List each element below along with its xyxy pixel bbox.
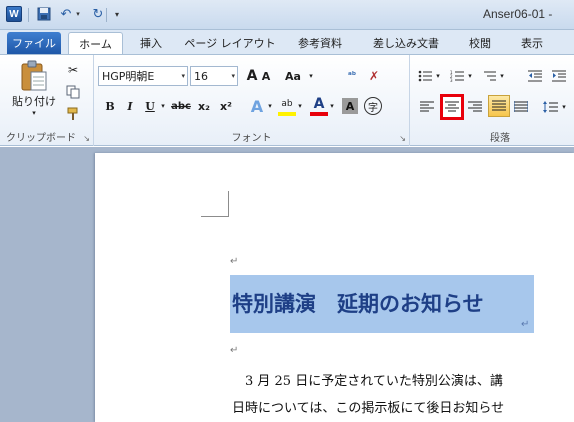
line-spacing-dropdown-icon[interactable]: ▾ [560,97,568,117]
text-effects-button[interactable]: A [248,96,266,116]
bullets-dropdown-icon[interactable]: ▾ [434,66,442,86]
title-bar: W ↶ ▾ ↻ ▾ Anser06-01 - [0,0,574,30]
qat-separator [28,8,29,22]
paste-dropdown-icon[interactable]: ▾ [28,108,40,118]
font-size-dropdown-icon[interactable]: ▾ [231,72,235,80]
multilevel-dropdown-icon[interactable]: ▾ [498,66,506,86]
ribbon: 貼り付け ▾ ✂ クリップボード ↘ HGP明朝E ▾ 16 ▾ A A Aa … [0,54,574,146]
document-title: Anser06-01 - [483,7,553,21]
clipboard-launcher-icon[interactable]: ↘ [83,134,90,143]
change-case-dropdown-icon[interactable]: ▾ [306,66,316,86]
paragraph-mark: ↵ [230,345,239,356]
format-painter-icon[interactable] [64,105,82,123]
character-shading-button[interactable]: A [342,98,358,114]
paragraph-group-label: 段落 [490,133,510,144]
font-name-dropdown-icon[interactable]: ▾ [181,72,185,80]
line-spacing-icon[interactable] [540,97,560,117]
shrink-font-button[interactable]: A [259,66,273,86]
paragraph-group: ▾ 123 ▾ ▾ ▾ 段落 [410,55,574,146]
tab-file[interactable]: ファイル [7,32,61,54]
font-color-dropdown-icon[interactable]: ▾ [328,96,336,116]
font-color-button[interactable]: A [310,96,328,116]
bold-button[interactable]: B [102,96,118,116]
crop-mark [228,191,229,217]
undo-dropdown-icon[interactable]: ▾ [74,6,82,22]
increase-indent-icon[interactable] [550,66,568,86]
crop-mark [201,216,229,217]
phonetic-guide-icon[interactable]: ᵃᵇ [342,66,362,86]
copy-icon[interactable] [64,83,82,101]
subscript-button[interactable]: x₂ [194,96,214,116]
justify-button[interactable] [488,95,510,117]
font-group: HGP明朝E ▾ 16 ▾ A A Aa ▾ ᵃᵇ ✗ B I U ▾ abc … [94,55,410,146]
distributed-align-icon[interactable] [512,97,530,117]
clear-formatting-icon[interactable]: ✗ [364,66,384,86]
headline-text[interactable]: 特別講演 延期のお知らせ [232,288,484,318]
qat-separator [106,8,107,22]
tab-review[interactable]: 校閲 [458,32,502,54]
tab-mailings[interactable]: 差し込み文書 [362,32,450,54]
align-left-icon[interactable] [418,97,436,117]
superscript-button[interactable]: x² [216,96,236,116]
paste-button[interactable]: 貼り付け [8,93,60,109]
change-case-button[interactable]: Aa [280,66,306,86]
body-text-line[interactable]: 日時については、この掲示板にて後日お知らせ [232,397,504,416]
highlight-button[interactable]: ab [278,96,296,116]
italic-button[interactable]: I [122,96,138,116]
svg-text:3: 3 [450,78,453,82]
paste-icon[interactable] [14,59,54,93]
numbering-icon[interactable]: 123 [448,66,466,86]
font-launcher-icon[interactable]: ↘ [399,134,406,143]
enclose-characters-button[interactable]: 字 [364,97,382,115]
save-icon[interactable] [36,6,52,22]
font-size-combo[interactable]: 16 ▾ [190,66,238,86]
numbering-dropdown-icon[interactable]: ▾ [466,66,474,86]
body-text-line[interactable]: 3 月 25 日に予定されていた特別公演は、講 [232,370,503,389]
tab-page-layout[interactable]: ページ レイアウト [180,32,280,54]
underline-button[interactable]: U [142,96,158,116]
paragraph-mark: ↵ [230,256,239,267]
align-center-button[interactable] [440,94,464,120]
text-effects-dropdown-icon[interactable]: ▾ [266,96,274,116]
redo-icon[interactable]: ↻ [90,6,106,22]
multilevel-list-icon[interactable] [480,66,498,86]
font-size-value: 16 [194,69,208,83]
tab-references[interactable]: 参考資料 [286,32,354,54]
tab-home[interactable]: ホーム [68,32,123,54]
word-app-icon[interactable]: W [6,6,22,22]
tab-insert[interactable]: 挿入 [128,32,174,54]
ribbon-tab-bar: ファイル ホーム 挿入 ページ レイアウト 参考資料 差し込み文書 校閲 表示 [0,30,574,54]
document-workspace: ↵ 特別講演 延期のお知らせ ↵ ↵ 3 月 25 日に予定されていた特別公演は… [0,147,574,422]
clipboard-group: 貼り付け ▾ ✂ クリップボード ↘ [0,55,94,146]
undo-icon[interactable]: ↶ [58,6,74,22]
decrease-indent-icon[interactable] [526,66,544,86]
tab-view[interactable]: 表示 [510,32,554,54]
grow-font-button[interactable]: A [244,66,260,86]
bullets-icon[interactable] [416,66,434,86]
align-right-icon[interactable] [466,97,484,117]
font-group-label: フォント [231,133,272,144]
document-page[interactable]: ↵ 特別講演 延期のお知らせ ↵ ↵ 3 月 25 日に予定されていた特別公演は… [95,153,574,422]
highlight-dropdown-icon[interactable]: ▾ [296,96,304,116]
underline-dropdown-icon[interactable]: ▾ [158,96,168,116]
strikethrough-button[interactable]: abc [170,96,192,116]
paragraph-mark: ↵ [521,319,530,330]
font-name-value: HGP明朝E [102,70,155,83]
cut-icon[interactable]: ✂ [64,61,82,79]
clipboard-group-label: クリップボード [6,133,76,144]
customize-qat-icon[interactable]: ▾ [112,6,122,22]
font-name-combo[interactable]: HGP明朝E ▾ [98,66,188,86]
